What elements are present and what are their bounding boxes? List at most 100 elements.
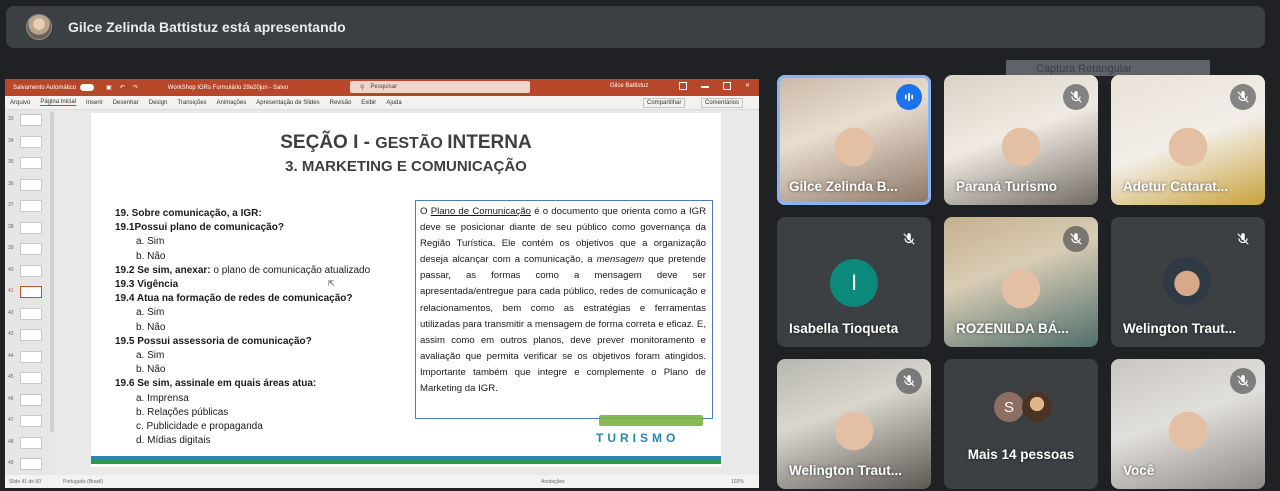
ribbon-tab[interactable]: Apresentação de Slides <box>256 100 319 106</box>
slide-thumbnail[interactable]: 47 <box>8 415 42 427</box>
info-italic: mensagem <box>596 254 645 266</box>
minimize-icon[interactable] <box>701 86 709 88</box>
slide-preview <box>20 307 42 320</box>
autosave-label[interactable]: Salvamento Automático <box>13 85 76 91</box>
slide-thumbnail[interactable]: 35 <box>8 157 42 169</box>
participant-video-face <box>991 259 1051 319</box>
participant-tile[interactable]: S Mais 14 pessoas <box>944 359 1098 489</box>
ribbon-tab[interactable]: Design <box>149 100 168 106</box>
ribbon-tab[interactable]: Arquivo <box>10 100 30 106</box>
mic-off-icon <box>1230 368 1256 394</box>
autosave-toggle[interactable] <box>80 84 95 91</box>
question-text: a. Sim <box>136 350 165 361</box>
ribbon-tab[interactable]: Inserir <box>86 100 103 106</box>
maximize-icon[interactable] <box>723 82 731 90</box>
question-text: 19.6 Se sim, assinale em quais áreas atu… <box>115 378 317 390</box>
ribbon-tab[interactable]: Transições <box>177 100 206 106</box>
share-button[interactable]: Compartilhar <box>643 98 686 108</box>
mic-off-icon <box>896 368 922 394</box>
participant-tile[interactable]: ROZENILDA BÁ... <box>944 217 1098 347</box>
slide-number: 33 <box>8 116 14 122</box>
ribbon-tab[interactable]: Revisão <box>330 100 352 106</box>
ribbon-display-icon[interactable] <box>679 82 687 90</box>
slide-preview <box>20 350 42 363</box>
slide-number: 49 <box>8 460 14 466</box>
slide-preview <box>20 329 42 341</box>
question-rest: o plano de comunicação atualizado <box>210 264 371 276</box>
close-icon[interactable]: ✕ <box>745 82 753 90</box>
question-text: a. Sim <box>136 236 165 248</box>
redo-icon[interactable]: ↷ <box>133 84 138 91</box>
search-box[interactable]: ⚲ Pesquisar <box>350 81 530 93</box>
participant-tile[interactable]: Welington Traut... <box>1111 217 1265 347</box>
slide-thumbnail[interactable]: 36 <box>8 178 42 191</box>
participant-initial-avatar: I <box>830 259 878 307</box>
slide-number: 45 <box>8 374 14 380</box>
slide-thumbnail[interactable]: 37 <box>8 200 42 212</box>
ribbon-tab[interactable]: Exibir <box>361 100 376 106</box>
slide-thumbnail[interactable]: 33 <box>8 114 42 126</box>
mic-off-icon <box>1063 84 1089 110</box>
participant-tile[interactable]: Paraná Turismo <box>944 75 1098 205</box>
question-line: b. Não <box>136 364 165 375</box>
slide-thumbnails: 33 34 35 36 37 38 39 40 41 42 43 44 45 46 47 48 49 <box>5 110 55 475</box>
slide-number: 44 <box>8 352 14 359</box>
question-text: 19.3 Vigência <box>115 279 179 290</box>
ppt-titlebar: Salvamento Automático ▣ ↶ ↷ WorkShop IGR… <box>5 79 759 96</box>
participant-name: Você <box>1123 463 1155 478</box>
participant-tile[interactable]: Você <box>1111 359 1265 489</box>
ribbon-tab[interactable]: Página Inicial <box>40 99 77 106</box>
undo-icon[interactable]: ↶ <box>120 84 125 91</box>
file-title: WorkShop IGRs Formulário 29e20jun - Salv… <box>167 84 289 91</box>
presenter-text: Gilce Zelinda Battistuz está apresentand… <box>68 19 346 35</box>
participant-tile[interactable]: Welington Traut... <box>777 359 931 489</box>
logo-mark <box>599 415 703 426</box>
mic-off-icon <box>896 226 922 252</box>
participant-tile[interactable]: Adetur Catarat... <box>1111 75 1265 205</box>
slide-preview <box>20 200 42 212</box>
capture-overlay-label: Captura Retangular <box>1006 60 1210 76</box>
question-line: c. Publicidade e propaganda <box>136 421 263 432</box>
slide-thumbnail[interactable]: 39 <box>8 243 42 255</box>
slide-title-part2: INTERNA <box>447 132 532 153</box>
ribbon-tab[interactable]: Ajuda <box>386 100 401 106</box>
user-name[interactable]: Gilce Battistuz <box>610 83 648 89</box>
question-line: 19.5 Possui assessoria de comunicação? <box>115 336 312 347</box>
parana-turismo-logo: TURISMO <box>591 415 703 450</box>
slide-thumbnail[interactable]: 43 <box>8 329 42 341</box>
participant-photo-avatar <box>1163 257 1211 305</box>
slide-thumbnail[interactable]: 46 <box>8 393 42 406</box>
participant-video-face <box>991 117 1051 177</box>
question-line: 19.6 Se sim, assinale em quais áreas atu… <box>115 378 316 389</box>
slide-thumbnail[interactable]: 34 <box>8 135 42 148</box>
slide-preview <box>20 264 42 277</box>
slide-thumbnail[interactable]: 40 <box>8 264 42 277</box>
save-icon[interactable]: ▣ <box>106 84 112 91</box>
status-zoom[interactable]: 102% <box>731 479 744 485</box>
slide-number: 42 <box>8 309 14 316</box>
slide-number: 38 <box>8 223 14 230</box>
participant-tile[interactable]: Gilce Zelinda B... <box>777 75 931 205</box>
question-text: d. Mídias digitais <box>136 435 211 447</box>
question-line: 19.1Possui plano de comunicação? <box>115 222 284 233</box>
slide-thumbnail[interactable]: 49 <box>8 458 42 470</box>
slide-thumbnail[interactable]: 41 <box>8 286 42 298</box>
status-notes[interactable]: Anotações <box>541 479 565 485</box>
slide-thumbnail[interactable]: 45 <box>8 372 42 384</box>
question-line: a. Imprensa <box>136 393 189 404</box>
status-language: Português (Brasil) <box>63 479 104 485</box>
question-text: 19.1Possui plano de comunicação? <box>115 222 284 234</box>
slide-thumbnail[interactable]: 38 <box>8 221 42 234</box>
slide-preview <box>20 393 42 406</box>
question-text: b. Não <box>136 364 166 376</box>
participant-tile[interactable]: I Isabella Tioqueta <box>777 217 931 347</box>
comments-button[interactable]: Comentários <box>701 98 744 108</box>
slide-thumbnail[interactable]: 42 <box>8 307 42 320</box>
ribbon-tab[interactable]: Animações <box>217 100 247 106</box>
thumbs-scrollbar[interactable] <box>50 112 54 432</box>
participant-video-face <box>824 401 884 461</box>
ribbon-tab[interactable]: Desenhar <box>113 100 139 106</box>
slide-thumbnail[interactable]: 44 <box>8 350 42 363</box>
participant-video-face <box>1158 117 1218 177</box>
slide-thumbnail[interactable]: 48 <box>8 436 42 449</box>
